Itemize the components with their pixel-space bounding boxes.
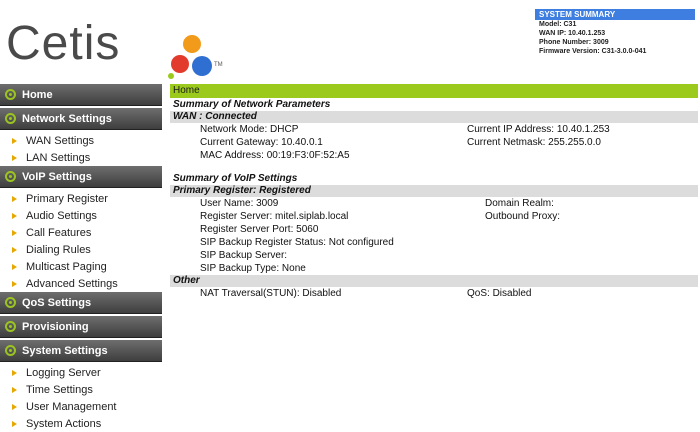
- qos-status: QoS: Disabled: [467, 288, 532, 299]
- wan-row: MAC Address: 00:19:F3:0F:52:A5: [170, 149, 698, 162]
- register-server: Register Server: mitel.siplab.local: [200, 211, 349, 222]
- nav-voip-settings[interactable]: VoIP Settings: [0, 166, 162, 188]
- arrow-right-icon: [12, 229, 17, 236]
- arrow-right-icon: [12, 263, 17, 270]
- wan-row: Current Gateway: 10.40.0.1 Current Netma…: [170, 136, 698, 149]
- nav-provisioning-label: Provisioning: [22, 320, 89, 333]
- nav-item-label: User Management: [26, 400, 117, 413]
- nav-system-settings[interactable]: System Settings: [0, 340, 162, 362]
- nav-item-label: Multicast Paging: [26, 260, 107, 273]
- nav-item-system-actions[interactable]: System Actions: [0, 415, 162, 432]
- primary-row: User Name: 3009 Domain Realm:: [170, 197, 698, 210]
- primary-row: SIP Backup Register Status: Not configur…: [170, 236, 698, 249]
- circle-bullet-icon: [5, 321, 16, 332]
- arrow-right-icon: [12, 386, 17, 393]
- header: Cetis TM SYSTEM SUMMARY Model: C31 WAN I…: [0, 0, 700, 82]
- nav-item-lan-settings[interactable]: LAN Settings: [0, 149, 162, 166]
- user-name: User Name: 3009: [200, 198, 279, 209]
- summary-firmware-version: Firmware Version: C31-3.0.0-041: [539, 48, 647, 55]
- nav-item-label: System Actions: [26, 417, 102, 430]
- arrow-right-icon: [12, 154, 17, 161]
- nav-network-settings[interactable]: Network Settings: [0, 108, 162, 130]
- nav-item-multicast-paging[interactable]: Multicast Paging: [0, 258, 162, 275]
- wan-status-bar: WAN : Connected: [170, 111, 698, 123]
- nav-item-logging-server[interactable]: Logging Server: [0, 364, 162, 381]
- primary-row: Register Server Port: 5060: [170, 223, 698, 236]
- voip-summary-title: Summary of VoIP Settings: [173, 173, 298, 184]
- system-summary-title: SYSTEM SUMMARY: [535, 9, 695, 20]
- circle-bullet-icon: [5, 345, 16, 356]
- current-netmask: Current Netmask: 255.255.0.0: [467, 137, 601, 148]
- circle-bullet-icon: [5, 89, 16, 100]
- nav-item-label: Primary Register: [26, 192, 108, 205]
- arrow-right-icon: [12, 137, 17, 144]
- arrow-right-icon: [12, 369, 17, 376]
- network-mode: Network Mode: DHCP: [200, 124, 299, 135]
- nav-item-audio-settings[interactable]: Audio Settings: [0, 207, 162, 224]
- logo-dots-icon: [168, 35, 212, 79]
- nav-item-time-settings[interactable]: Time Settings: [0, 381, 162, 398]
- nav-item-primary-register[interactable]: Primary Register: [0, 190, 162, 207]
- breadcrumb: Home: [170, 84, 698, 98]
- nat-traversal-status: NAT Traversal(STUN): Disabled: [200, 288, 342, 299]
- nav-item-user-management[interactable]: User Management: [0, 398, 162, 415]
- main-content: Home Summary of Network Parameters WAN :…: [170, 84, 698, 300]
- nav-voip-settings-label: VoIP Settings: [22, 170, 92, 183]
- arrow-right-icon: [12, 420, 17, 427]
- primary-row: SIP Backup Server:: [170, 249, 698, 262]
- primary-row: SIP Backup Type: None: [170, 262, 698, 275]
- primary-row: Register Server: mitel.siplab.local Outb…: [170, 210, 698, 223]
- nav-item-dialing-rules[interactable]: Dialing Rules: [0, 241, 162, 258]
- nav-item-label: LAN Settings: [26, 151, 91, 164]
- arrow-right-icon: [12, 195, 17, 202]
- outbound-proxy: Outbound Proxy:: [485, 211, 561, 222]
- arrow-right-icon: [12, 403, 17, 410]
- sip-backup-server: SIP Backup Server:: [200, 250, 288, 261]
- arrow-right-icon: [12, 280, 17, 287]
- system-summary: SYSTEM SUMMARY Model: C31 WAN IP: 10.40.…: [535, 9, 695, 56]
- network-summary-title: Summary of Network Parameters: [173, 99, 331, 110]
- circle-bullet-icon: [5, 297, 16, 308]
- current-gateway: Current Gateway: 10.40.0.1: [200, 137, 323, 148]
- nav-qos-settings-label: QoS Settings: [22, 296, 92, 309]
- wan-row: Network Mode: DHCP Current IP Address: 1…: [170, 123, 698, 136]
- nav-item-label: Advanced Settings: [26, 277, 118, 290]
- nav-item-label: Audio Settings: [26, 209, 97, 222]
- logo-trademark: TM: [214, 62, 223, 68]
- circle-bullet-icon: [5, 171, 16, 182]
- nav-item-wan-settings[interactable]: WAN Settings: [0, 132, 162, 149]
- register-server-port: Register Server Port: 5060: [200, 224, 319, 235]
- nav-item-label: WAN Settings: [26, 134, 95, 147]
- arrow-right-icon: [12, 246, 17, 253]
- sidebar-nav: Home Network Settings WAN Settings LAN S…: [0, 84, 162, 432]
- nav-item-label: Logging Server: [26, 366, 101, 379]
- domain-realm: Domain Realm:: [485, 198, 554, 209]
- summary-wan-ip: WAN IP: 10.40.1.253: [539, 30, 606, 37]
- nav-home-label: Home: [22, 88, 53, 101]
- nav-network-settings-label: Network Settings: [22, 112, 112, 125]
- nav-system-settings-label: System Settings: [22, 344, 108, 357]
- other-row: NAT Traversal(STUN): Disabled QoS: Disab…: [170, 287, 698, 300]
- primary-register-status-bar: Primary Register: Registered: [170, 185, 698, 197]
- nav-item-label: Dialing Rules: [26, 243, 91, 256]
- sip-backup-type: SIP Backup Type: None: [200, 263, 306, 274]
- current-ip-address: Current IP Address: 10.40.1.253: [467, 124, 610, 135]
- nav-item-label: Call Features: [26, 226, 92, 239]
- nav-provisioning[interactable]: Provisioning: [0, 316, 162, 338]
- mac-address: MAC Address: 00:19:F3:0F:52:A5: [200, 150, 350, 161]
- nav-qos-settings[interactable]: QoS Settings: [0, 292, 162, 314]
- nav-item-advanced-settings[interactable]: Advanced Settings: [0, 275, 162, 292]
- sip-backup-register-status: SIP Backup Register Status: Not configur…: [200, 237, 394, 248]
- arrow-right-icon: [12, 212, 17, 219]
- nav-home[interactable]: Home: [0, 84, 162, 106]
- nav-item-label: Time Settings: [26, 383, 93, 396]
- summary-phone-number: Phone Number: 3009: [539, 39, 609, 46]
- summary-model: Model: C31: [539, 21, 577, 28]
- logo-text: Cetis: [6, 17, 121, 70]
- nav-item-call-features[interactable]: Call Features: [0, 224, 162, 241]
- other-bar: Other: [170, 275, 698, 287]
- circle-bullet-icon: [5, 113, 16, 124]
